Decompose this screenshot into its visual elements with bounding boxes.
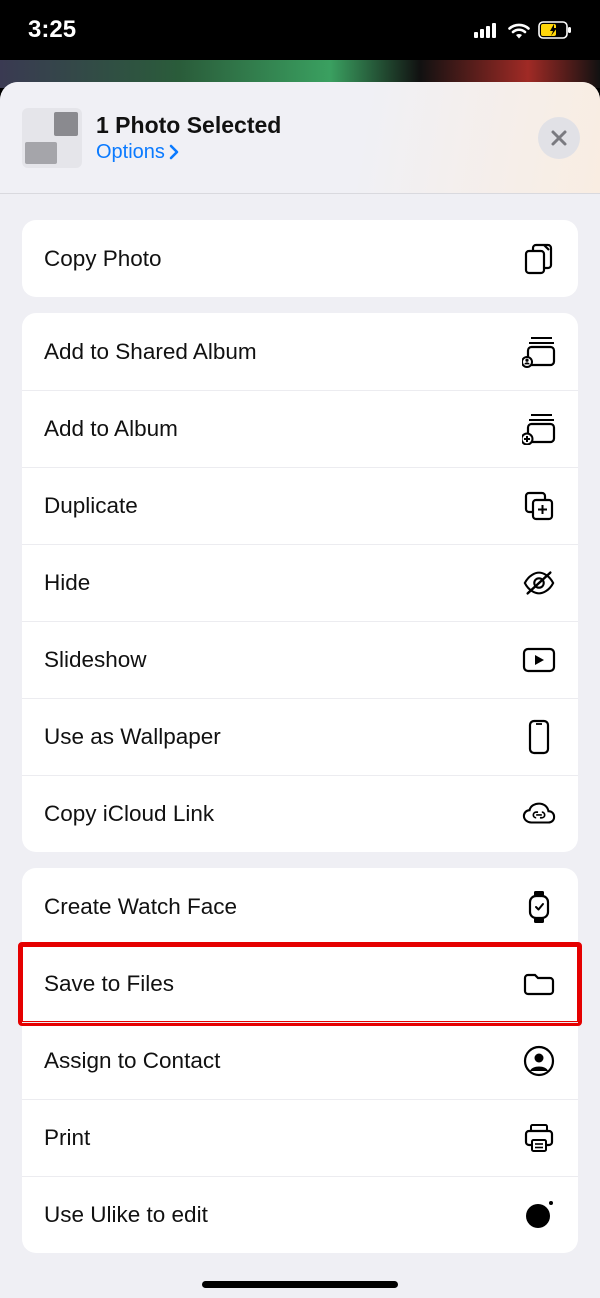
row-label: Slideshow (44, 647, 147, 673)
row-label: Save to Files (44, 971, 174, 997)
row-label: Add to Shared Album (44, 339, 257, 365)
action-group-2: Add to Shared Album Add to Album Duplica… (22, 313, 578, 852)
row-label: Create Watch Face (44, 894, 237, 920)
status-time: 3:25 (28, 16, 76, 44)
row-label: Copy iCloud Link (44, 801, 214, 827)
wifi-icon (507, 21, 531, 39)
shared-album-icon (522, 336, 556, 368)
ulike-icon (522, 1200, 556, 1230)
photo-thumbnail (22, 108, 82, 168)
selection-title: 1 Photo Selected (96, 112, 538, 139)
status-indicators (474, 21, 572, 39)
home-indicator[interactable] (202, 1281, 398, 1288)
copy-icon (522, 242, 556, 276)
row-label: Copy Photo (44, 246, 162, 272)
action-group-1: Copy Photo (22, 220, 578, 297)
chevron-right-icon (169, 144, 180, 160)
close-button[interactable] (538, 117, 580, 159)
slideshow-icon (522, 647, 556, 673)
row-label: Duplicate (44, 493, 138, 519)
print-row[interactable]: Print (22, 1099, 578, 1176)
status-bar: 3:25 (0, 0, 600, 60)
slideshow-row[interactable]: Slideshow (22, 621, 578, 698)
copy-photo-row[interactable]: Copy Photo (22, 220, 578, 297)
close-icon (550, 129, 568, 147)
ulike-row[interactable]: Use Ulike to edit (22, 1176, 578, 1253)
action-group-3: Create Watch Face Save to Files Assign t… (22, 868, 578, 1253)
folder-icon (522, 971, 556, 997)
assign-contact-row[interactable]: Assign to Contact (22, 1022, 578, 1099)
row-label: Add to Album (44, 416, 178, 442)
action-list: Copy Photo Add to Shared Album Add to Al… (0, 194, 600, 1253)
battery-charging-icon (538, 21, 572, 39)
add-album-icon (522, 413, 556, 445)
sheet-header: 1 Photo Selected Options (0, 82, 600, 194)
duplicate-icon (522, 490, 556, 522)
wallpaper-row[interactable]: Use as Wallpaper (22, 698, 578, 775)
watch-face-row[interactable]: Create Watch Face (22, 868, 578, 945)
row-label: Use as Wallpaper (44, 724, 221, 750)
row-label: Hide (44, 570, 90, 596)
printer-icon (522, 1123, 556, 1153)
duplicate-row[interactable]: Duplicate (22, 467, 578, 544)
row-label: Print (44, 1125, 90, 1151)
contact-icon (522, 1045, 556, 1077)
row-label: Use Ulike to edit (44, 1202, 208, 1228)
hide-icon (522, 570, 556, 596)
options-link[interactable]: Options (96, 141, 180, 164)
add-album-row[interactable]: Add to Album (22, 390, 578, 467)
add-shared-album-row[interactable]: Add to Shared Album (22, 313, 578, 390)
watch-icon (522, 890, 556, 924)
save-files-row[interactable]: Save to Files (22, 945, 578, 1022)
hide-row[interactable]: Hide (22, 544, 578, 621)
share-sheet: 1 Photo Selected Options Copy Photo Add … (0, 82, 600, 1298)
row-label: Assign to Contact (44, 1048, 220, 1074)
options-label: Options (96, 141, 165, 164)
cellular-icon (474, 22, 500, 38)
icloud-link-icon (522, 801, 556, 827)
phone-icon (522, 719, 556, 755)
icloud-link-row[interactable]: Copy iCloud Link (22, 775, 578, 852)
